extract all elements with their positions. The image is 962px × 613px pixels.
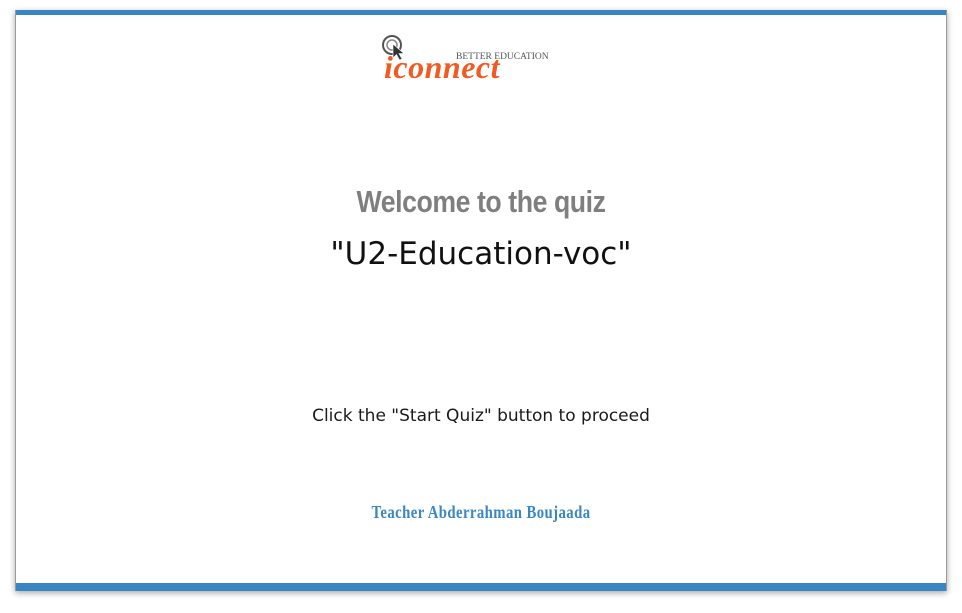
start-instruction: Click the "Start Quiz" button to proceed [312, 406, 650, 426]
iconnect-logo: BETTER EDUCATION iconnect [382, 35, 549, 82]
teacher-credit: Teacher Abderrahman Boujaada [371, 502, 591, 522]
logo-brand-text: iconnect [384, 49, 501, 82]
bottom-accent-bar [16, 583, 946, 591]
quiz-intro-slide: BETTER EDUCATION iconnect Welcome to the… [15, 10, 947, 591]
quiz-title: "U2-Education-voc" [330, 236, 632, 272]
welcome-heading: Welcome to the quiz [356, 184, 606, 219]
top-accent-bar [16, 10, 946, 15]
